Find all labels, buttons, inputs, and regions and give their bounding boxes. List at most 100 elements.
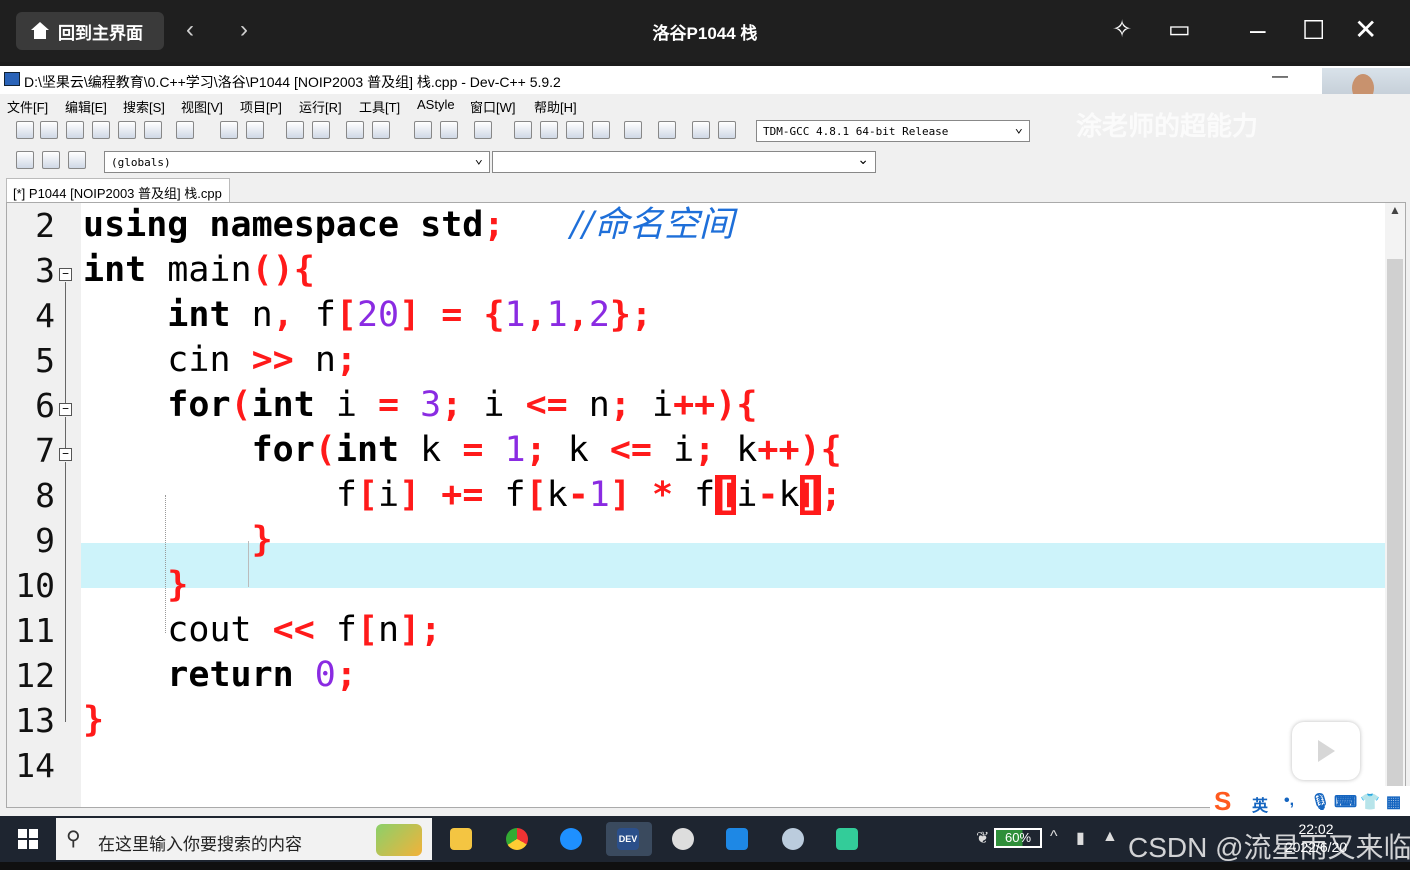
debug-icon[interactable] xyxy=(718,121,736,139)
member-select[interactable] xyxy=(492,151,876,173)
close-icon[interactable]: ✕ xyxy=(1354,14,1377,46)
menu-window[interactable]: 窗口[W] xyxy=(470,97,516,116)
code-token: ; xyxy=(820,475,842,515)
grid-icon[interactable]: ▦ xyxy=(1386,792,1401,812)
open-file-icon[interactable] xyxy=(40,121,58,139)
menu-search[interactable]: 搜索[S] xyxy=(123,97,165,116)
check-syntax-icon[interactable] xyxy=(624,121,642,139)
menu-tools[interactable]: 工具[T] xyxy=(359,97,400,116)
paint-app-icon[interactable] xyxy=(776,822,810,856)
vertical-scrollbar[interactable]: ▲ xyxy=(1385,203,1405,807)
code-token: } xyxy=(83,700,105,740)
undo-icon[interactable] xyxy=(220,121,238,139)
bookmark-icon[interactable] xyxy=(474,121,492,139)
code-token: n xyxy=(230,295,273,335)
edge-icon[interactable] xyxy=(554,822,588,856)
scroll-up-icon[interactable]: ▲ xyxy=(1389,203,1401,217)
close-file-icon[interactable] xyxy=(118,121,136,139)
skin-icon[interactable]: 👕 xyxy=(1360,792,1380,812)
code-token: , xyxy=(272,295,294,335)
code-token: ; xyxy=(483,205,505,245)
code-token: [ xyxy=(335,295,357,335)
toggle-bookmark-icon[interactable] xyxy=(42,151,60,169)
line-number: 9 xyxy=(35,521,55,560)
file-explorer-icon[interactable] xyxy=(444,822,478,856)
minimize-icon[interactable]: – xyxy=(1250,14,1266,46)
ide-minimize-icon[interactable]: — xyxy=(1272,68,1288,86)
code-token: += xyxy=(420,475,505,515)
code-token: (){ xyxy=(251,250,315,290)
battery-indicator[interactable]: 60% xyxy=(994,828,1042,848)
new-file-icon[interactable] xyxy=(16,121,34,139)
ide-title-bar: D:\坚果云\编程教育\0.C++学习\洛谷\P1044 [NOIP2003 普… xyxy=(0,66,1410,94)
editor-file-tab[interactable]: [*] P1044 [NOIP2003 普及组] 栈.cpp xyxy=(6,178,230,202)
ime-punct[interactable]: •, xyxy=(1284,792,1294,810)
menu-project[interactable]: 项目[P] xyxy=(240,97,282,116)
goto-bookmark-icon[interactable] xyxy=(68,151,86,169)
close-all-icon[interactable] xyxy=(144,121,162,139)
usb-icon[interactable]: ▮ xyxy=(1076,828,1085,848)
compiler-select[interactable]: TDM-GCC 4.8.1 64-bit Release xyxy=(756,120,1030,142)
scrollbar-thumb[interactable] xyxy=(1387,259,1403,787)
stop-icon[interactable] xyxy=(658,121,676,139)
redo-icon[interactable] xyxy=(246,121,264,139)
replace-icon[interactable] xyxy=(312,121,330,139)
pinwheel-app-icon[interactable] xyxy=(666,822,700,856)
menu-file[interactable]: 文件[F] xyxy=(7,97,48,116)
fold-toggle-for-i[interactable]: − xyxy=(59,403,72,416)
insert-icon[interactable] xyxy=(16,151,34,169)
code-token: ]; xyxy=(399,610,442,650)
save-icon[interactable] xyxy=(66,121,84,139)
chart-app-icon[interactable] xyxy=(830,822,864,856)
maximize-icon[interactable]: ☐ xyxy=(1302,14,1325,46)
goto-back-icon[interactable] xyxy=(414,121,432,139)
indent-icon[interactable] xyxy=(346,121,364,139)
code-token: 1 xyxy=(588,475,610,515)
code-token: f xyxy=(335,610,357,650)
video-play-icon[interactable] xyxy=(1292,722,1360,780)
goto-forward-icon[interactable] xyxy=(440,121,458,139)
code-editor[interactable]: − − − 2 3 4 5 6 7 8 9 10 11 12 13 14 usi… xyxy=(6,202,1406,808)
pin-icon[interactable]: ✧ xyxy=(1112,14,1132,46)
mic-icon[interactable]: 🎙 xyxy=(1310,792,1330,812)
code-token: ] xyxy=(399,295,421,335)
keyboard-icon[interactable]: ⌨ xyxy=(1334,792,1357,812)
compile-icon[interactable] xyxy=(514,121,532,139)
windows-start-icon[interactable] xyxy=(18,829,38,849)
rebuild-icon[interactable] xyxy=(592,121,610,139)
chevron-up-icon[interactable]: ^ xyxy=(1050,828,1058,846)
picture-in-picture-icon[interactable]: ▭ xyxy=(1168,14,1191,46)
devcpp-taskbar-icon[interactable]: DEV xyxy=(606,822,652,856)
profile-chart-icon[interactable] xyxy=(692,121,710,139)
scope-select[interactable]: (globals) xyxy=(104,151,490,173)
menu-help[interactable]: 帮助[H] xyxy=(534,97,577,116)
menu-astyle[interactable]: AStyle xyxy=(417,97,455,112)
menu-run[interactable]: 运行[R] xyxy=(299,97,342,116)
code-token: i xyxy=(378,475,400,515)
taskbar-search[interactable]: ⚲ 在这里输入你要搜索的内容 xyxy=(56,818,432,860)
code-line-11: cout << f[n]; xyxy=(83,608,441,653)
cat-icon[interactable]: ▲ xyxy=(1102,828,1118,846)
save-all-icon[interactable] xyxy=(92,121,110,139)
menu-view[interactable]: 视图[V] xyxy=(181,97,223,116)
code-token: <= xyxy=(525,385,568,425)
code-token: ( xyxy=(230,385,252,425)
compile-run-icon[interactable] xyxy=(566,121,584,139)
mail-app-icon[interactable] xyxy=(720,822,754,856)
ide-window-title: D:\坚果云\编程教育\0.C++学习\洛谷\P1044 [NOIP2003 普… xyxy=(24,74,561,90)
code-token: using namespace std xyxy=(83,205,484,245)
fold-toggle-main[interactable]: − xyxy=(59,268,72,281)
run-icon[interactable] xyxy=(540,121,558,139)
code-token: }; xyxy=(609,295,653,335)
sogou-ime-icon[interactable]: S xyxy=(1214,786,1231,817)
chrome-icon[interactable] xyxy=(500,822,534,856)
ime-language[interactable]: 英 xyxy=(1252,792,1268,816)
unindent-icon[interactable] xyxy=(372,121,390,139)
print-icon[interactable] xyxy=(176,121,194,139)
code-token: } xyxy=(167,565,189,605)
leaf-icon[interactable]: ❦ xyxy=(976,828,989,848)
menu-edit[interactable]: 编辑[E] xyxy=(65,97,107,116)
fold-toggle-for-k[interactable]: − xyxy=(59,448,72,461)
code-line-2: using namespace std; //命名空间 xyxy=(83,203,734,248)
find-icon[interactable] xyxy=(286,121,304,139)
